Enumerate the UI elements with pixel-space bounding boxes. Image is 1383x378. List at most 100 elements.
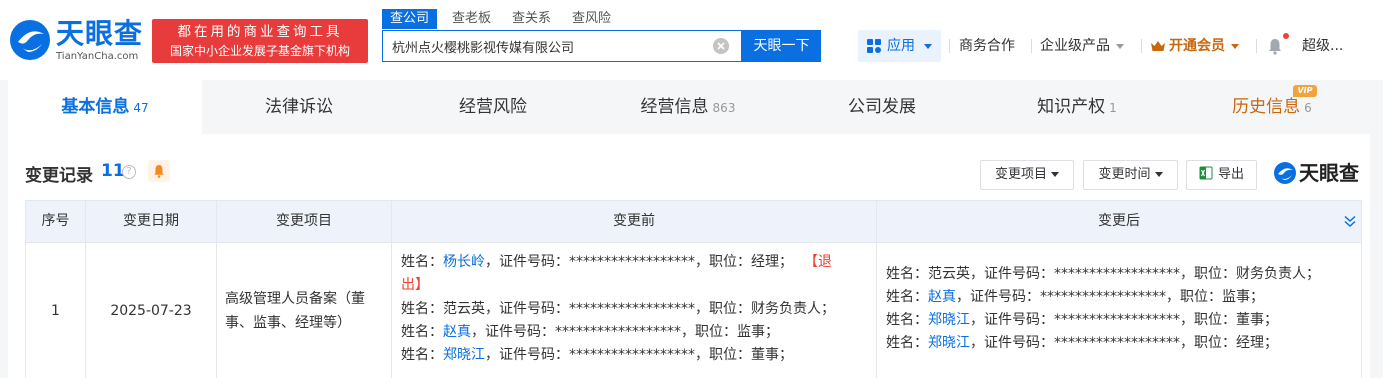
search-tab-relation[interactable]: 查关系 xyxy=(512,9,551,29)
promo-line-1: 都在用的商业查询工具 xyxy=(177,24,343,40)
cell-index-text: 1 xyxy=(51,302,60,319)
change-records-table: 序号 变更日期 变更项目 变更前 变更后 1 2025-07-23 高级管理人员… xyxy=(25,200,1362,378)
filter-label: 变更时间 xyxy=(1098,167,1151,182)
filter-change-time-dropdown[interactable]: 变更时间 xyxy=(1083,160,1178,190)
clear-icon[interactable] xyxy=(713,38,729,54)
tab-ip[interactable]: 知识产权 1 xyxy=(980,80,1174,134)
company-tabs: 基本信息 47 法律诉讼 经营风险 经营信息 863 公司发展 知识产权 1 历史信息… xyxy=(8,80,1370,134)
after-line: 姓名：范云英，证件号码：******************，职位：财务负责人； xyxy=(886,263,1320,286)
after-text: ，证件号码：******************，职位：董事； xyxy=(970,312,1278,328)
before-text: ，证件号码：******************，职位：监事； xyxy=(471,324,779,340)
tab-label: 法律诉讼 xyxy=(265,97,333,117)
double-chevron-down-icon[interactable] xyxy=(1343,214,1357,228)
search-button[interactable]: 天眼一下 xyxy=(742,30,821,62)
person-link[interactable]: 郑晓江 xyxy=(443,347,485,363)
person-link[interactable]: 郑晓江 xyxy=(928,312,970,328)
after-text: ，证件号码：******************，职位：经理； xyxy=(970,335,1278,351)
person-link[interactable]: 杨长岭 xyxy=(443,254,485,270)
nav-vip[interactable]: 开通会员 xyxy=(1151,30,1239,62)
tab-count: 863 xyxy=(712,101,736,115)
tab-count: 6 xyxy=(1304,101,1312,115)
tab-operation-info[interactable]: 经营信息 863 xyxy=(591,80,785,134)
export-button[interactable]: 导出 xyxy=(1186,160,1257,190)
tab-basic-info[interactable]: 基本信息 47 xyxy=(8,80,202,134)
tianyancha-logo-icon xyxy=(1274,162,1296,184)
chevron-down-icon xyxy=(924,44,932,49)
export-label: 导出 xyxy=(1217,167,1244,182)
filter-label: 变更项目 xyxy=(994,167,1047,182)
after-text: 姓名： xyxy=(886,289,928,305)
apps-grid-icon xyxy=(867,39,881,53)
tab-label: 知识产权 xyxy=(1037,97,1106,117)
tab-count: 47 xyxy=(133,101,149,115)
search-tab-company[interactable]: 查公司 xyxy=(382,9,438,29)
nav-divider xyxy=(1031,39,1032,53)
table-header: 序号 变更日期 变更项目 变更前 变更后 xyxy=(25,200,1362,243)
top-header: 天眼查 TianYanCha.com 都在用的商业查询工具 国家中小企业发展子基… xyxy=(0,0,1383,80)
apps-menu-label: 应用 xyxy=(887,38,915,54)
watermark-logo: 天眼查 xyxy=(1273,159,1368,187)
chevron-down-icon xyxy=(1231,43,1239,49)
apps-menu[interactable]: 应用 xyxy=(858,30,941,62)
filter-change-item-dropdown[interactable]: 变更项目 xyxy=(980,160,1074,190)
search-box xyxy=(382,30,742,62)
tab-history[interactable]: 历史信息 6 xyxy=(1174,80,1370,134)
user-menu[interactable]: 超级... xyxy=(1302,30,1343,62)
before-text: 姓名：范云英，证件号码：******************，职位：财务负责人； xyxy=(401,301,835,317)
after-text: 姓名： xyxy=(886,312,928,328)
before-line: 姓名：范云英，证件号码：******************，职位：财务负责人； xyxy=(401,298,835,321)
section-title: 变更记录 xyxy=(25,166,93,186)
person-link[interactable]: 赵真 xyxy=(443,324,471,340)
tab-development[interactable]: 公司发展 xyxy=(785,80,979,134)
bell-icon[interactable] xyxy=(1266,37,1284,55)
tab-label: 公司发展 xyxy=(848,97,916,117)
watermark-text: 天眼查 xyxy=(1299,161,1359,185)
tab-label: 历史信息 xyxy=(1232,97,1301,117)
before-line: 姓名：郑晓江，证件号码：******************，职位：董事； xyxy=(401,344,793,367)
nav-divider xyxy=(949,39,950,53)
search-input[interactable] xyxy=(392,31,712,61)
site-logo[interactable]: 天眼查 TianYanCha.com xyxy=(8,17,148,63)
cell-index: 1 xyxy=(26,243,86,378)
alert-bell-button[interactable] xyxy=(148,160,170,182)
search-tab-risk[interactable]: 查风险 xyxy=(572,9,611,29)
promo-line-2: 国家中小企业发展子基金旗下机构 xyxy=(169,44,350,58)
after-line: 姓名：郑晓江，证件号码：******************，职位：经理； xyxy=(886,332,1278,355)
cell-before: 姓名：杨长岭，证件号码：******************，职位：经理； 【退 … xyxy=(392,243,877,378)
header-before: 变更前 xyxy=(392,201,877,242)
chevron-down-icon xyxy=(1051,172,1059,177)
tab-label: 经营信息 xyxy=(640,97,709,117)
after-text: ，证件号码：******************，职位：监事； xyxy=(956,289,1264,305)
person-link[interactable]: 郑晓江 xyxy=(928,335,970,351)
nav-business[interactable]: 商务合作 xyxy=(959,30,1015,62)
chevron-down-icon xyxy=(1116,43,1124,49)
after-text: 姓名：范云英，证件号码：******************，职位：财务负责人； xyxy=(886,266,1320,282)
header-after: 变更后 xyxy=(1098,213,1140,229)
nav-enterprise[interactable]: 企业级产品 xyxy=(1040,30,1124,62)
after-text: 姓名： xyxy=(886,335,928,351)
nav-vip-label: 开通会员 xyxy=(1169,38,1225,54)
header-index: 序号 xyxy=(26,201,86,242)
after-line: 姓名：赵真，证件号码：******************，职位：监事； xyxy=(886,286,1264,309)
person-link[interactable]: 赵真 xyxy=(928,289,956,305)
exit-tag: 【退 xyxy=(811,254,832,270)
tab-operation-risk[interactable]: 经营风险 xyxy=(396,80,590,134)
crown-icon xyxy=(1151,41,1165,51)
nav-divider xyxy=(1141,39,1142,53)
logo-text: 天眼查 xyxy=(56,17,144,50)
search-tab-boss[interactable]: 查老板 xyxy=(452,9,491,29)
table-row: 1 2025-07-23 高级管理人员备案（董事、监事、经理等） 姓名：杨长岭，… xyxy=(25,243,1362,378)
promo-banner[interactable]: 都在用的商业查询工具 国家中小企业发展子基金旗下机构 xyxy=(152,19,368,63)
vip-badge: VIP xyxy=(1293,85,1317,97)
notification-dot xyxy=(1283,33,1289,39)
before-line: 出】 xyxy=(401,274,429,297)
tab-count: 1 xyxy=(1109,101,1117,115)
tab-litigation[interactable]: 法律诉讼 xyxy=(202,80,396,134)
tab-label: 基本信息 xyxy=(61,97,130,117)
nav-enterprise-label: 企业级产品 xyxy=(1040,38,1110,54)
exit-tag: 出】 xyxy=(401,277,429,293)
help-icon[interactable]: ? xyxy=(122,165,136,179)
chevron-down-icon xyxy=(1154,172,1163,177)
before-line: 姓名：赵真，证件号码：******************，职位：监事； xyxy=(401,321,779,344)
before-text: 姓名： xyxy=(401,347,443,363)
